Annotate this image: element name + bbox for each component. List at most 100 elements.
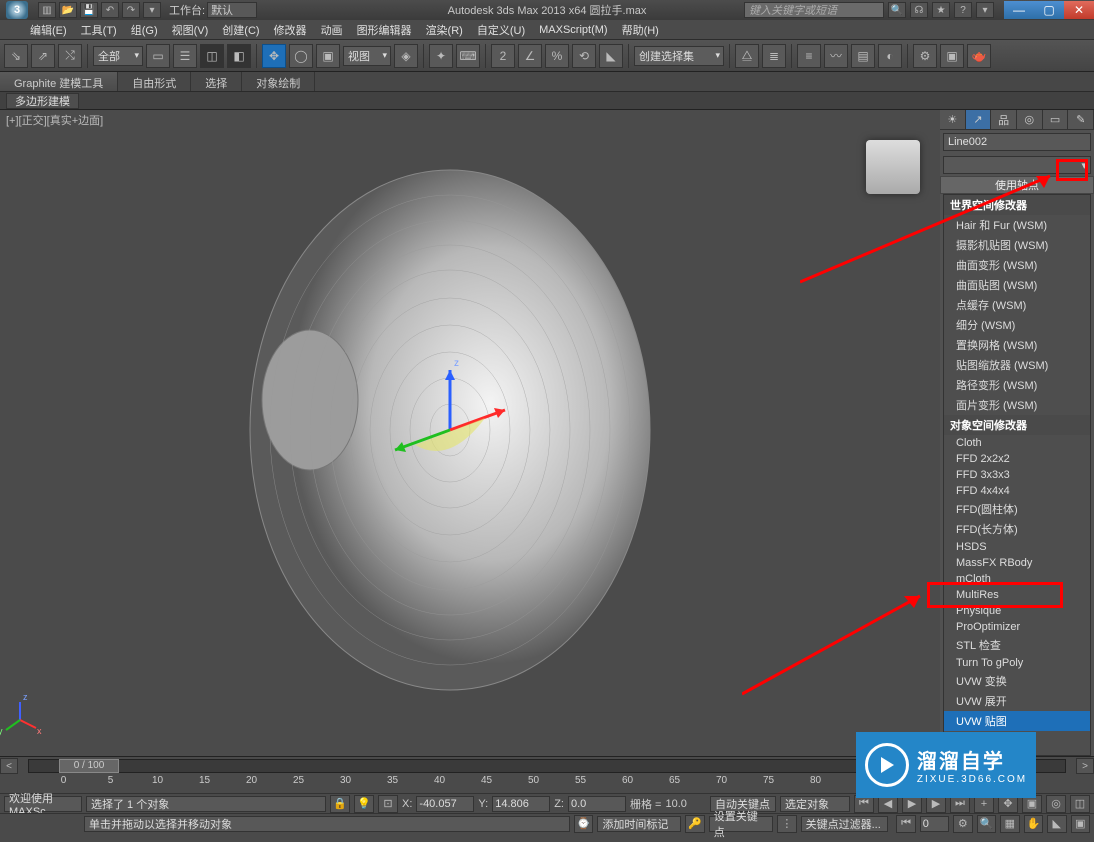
z-field[interactable]: 0.0: [568, 796, 626, 812]
modifier-item[interactable]: FFD 3x3x3: [944, 467, 1090, 483]
key-icon[interactable]: 🔑: [685, 815, 704, 833]
selection-filter[interactable]: 全部: [93, 46, 143, 66]
menu-customize[interactable]: 自定义(U): [477, 22, 525, 38]
minimize-button[interactable]: —: [1004, 1, 1034, 19]
sel-lock-icon[interactable]: ⊡: [378, 795, 398, 813]
menu-maxscript[interactable]: MAXScript(M): [539, 24, 607, 36]
orbit-icon[interactable]: ◎: [1046, 795, 1066, 813]
panel-motion-tab[interactable]: ◎: [1017, 110, 1043, 129]
comm-center-icon[interactable]: ☊: [910, 2, 928, 18]
modifier-item[interactable]: FFD(圆柱体): [944, 499, 1090, 519]
modifier-item-uvw-map[interactable]: UVW 贴图: [944, 711, 1090, 731]
menu-group[interactable]: 组(G): [131, 22, 158, 38]
panel-hierarchy-tab[interactable]: 品: [991, 110, 1017, 129]
scale-icon[interactable]: ▣: [316, 44, 340, 68]
modifier-item[interactable]: FFD(长方体): [944, 519, 1090, 539]
help-icon[interactable]: ?: [954, 2, 972, 18]
menu-grapheditors[interactable]: 图形编辑器: [357, 22, 412, 38]
script-listener[interactable]: 欢迎使用 MAXSc: [4, 796, 82, 812]
more-icon[interactable]: ▾: [143, 2, 161, 18]
select-region-icon[interactable]: ◫: [200, 44, 224, 68]
modifier-item[interactable]: 置换网格 (WSM): [944, 335, 1090, 355]
close-button[interactable]: ✕: [1064, 1, 1094, 19]
modifier-item[interactable]: UVW 变换: [944, 671, 1090, 691]
unlink-icon[interactable]: ⇗: [31, 44, 55, 68]
snap2d-icon[interactable]: 2: [491, 44, 515, 68]
favorites-icon[interactable]: ★: [932, 2, 950, 18]
new-icon[interactable]: ▥: [38, 2, 56, 18]
modifier-item[interactable]: STL 检查: [944, 635, 1090, 655]
hand-icon[interactable]: ✋: [1024, 815, 1043, 833]
manip-icon[interactable]: ✦: [429, 44, 453, 68]
material-editor-icon[interactable]: ◐: [878, 44, 902, 68]
curve-editor-icon[interactable]: 〰: [824, 44, 848, 68]
keyboard-icon[interactable]: ⌨: [456, 44, 480, 68]
open-icon[interactable]: 📂: [59, 2, 77, 18]
setkey-button[interactable]: 设置关键点: [709, 816, 773, 832]
y-field[interactable]: 14.806: [492, 796, 550, 812]
search-input[interactable]: 键入关键字或短语: [744, 2, 884, 18]
modifier-item[interactable]: ProOptimizer: [944, 619, 1090, 635]
x-field[interactable]: -40.057: [416, 796, 474, 812]
render-icon[interactable]: 🫖: [967, 44, 991, 68]
ribbon-tab-graphite[interactable]: Graphite 建模工具: [0, 72, 118, 91]
ribbon-tab-objpaint[interactable]: 对象绘制: [242, 72, 315, 91]
snap-angle-icon[interactable]: ∠: [518, 44, 542, 68]
timeslider-prev-icon[interactable]: <: [0, 758, 18, 774]
window-crossing-icon[interactable]: ◧: [227, 44, 251, 68]
snap-edge-icon[interactable]: ◣: [599, 44, 623, 68]
redo-icon[interactable]: ↷: [122, 2, 140, 18]
app-icon[interactable]: 3: [6, 1, 28, 19]
menu-view[interactable]: 视图(V): [172, 22, 209, 38]
modifier-item[interactable]: HSDS: [944, 539, 1090, 555]
schematic-icon[interactable]: ▤: [851, 44, 875, 68]
layers-icon[interactable]: ≡: [797, 44, 821, 68]
modifier-item[interactable]: 点缓存 (WSM): [944, 295, 1090, 315]
modifier-item[interactable]: Cloth: [944, 435, 1090, 451]
modifier-item[interactable]: 贴图缩放器 (WSM): [944, 355, 1090, 375]
select-icon[interactable]: ▭: [146, 44, 170, 68]
render-frame-icon[interactable]: ▣: [940, 44, 964, 68]
named-selset[interactable]: 创建选择集: [634, 46, 724, 66]
mirror-icon[interactable]: ⧋: [735, 44, 759, 68]
fov-icon[interactable]: ◣: [1047, 815, 1066, 833]
lock-icon[interactable]: 🔒: [330, 795, 350, 813]
snap-spinner-icon[interactable]: ⟲: [572, 44, 596, 68]
bind-icon[interactable]: ⤭: [58, 44, 82, 68]
timeslider-next-icon[interactable]: >: [1076, 758, 1094, 774]
modifier-item[interactable]: MassFX RBody: [944, 555, 1090, 571]
link-icon[interactable]: ⇘: [4, 44, 28, 68]
viewport-label[interactable]: [+][正交][真实+边面]: [6, 112, 103, 128]
align-icon[interactable]: ≣: [762, 44, 786, 68]
ribbon-tab-freeform[interactable]: 自由形式: [118, 72, 191, 91]
ribbon-polymodel-button[interactable]: 多边形建模: [6, 93, 79, 109]
undo-icon[interactable]: ↶: [101, 2, 119, 18]
refcoord-select[interactable]: 视图: [343, 46, 391, 66]
timeconfig-icon[interactable]: ⚙: [953, 815, 972, 833]
object-name-field[interactable]: Line002: [943, 133, 1091, 151]
panel-utilities-tab[interactable]: ✎: [1068, 110, 1094, 129]
menu-modifiers[interactable]: 修改器: [274, 22, 307, 38]
modifier-item[interactable]: 细分 (WSM): [944, 315, 1090, 335]
modifier-item[interactable]: FFD 4x4x4: [944, 483, 1090, 499]
search-icon[interactable]: 🔍: [888, 2, 906, 18]
select-name-icon[interactable]: ☰: [173, 44, 197, 68]
selobj-dropdown[interactable]: 选定对象: [780, 796, 850, 812]
menu-rendering[interactable]: 渲染(R): [426, 22, 463, 38]
menu-create[interactable]: 创建(C): [222, 22, 259, 38]
move-icon[interactable]: ✥: [262, 44, 286, 68]
frame-field[interactable]: 0: [920, 816, 949, 832]
panel-display-tab[interactable]: ▭: [1043, 110, 1069, 129]
render-setup-icon[interactable]: ⚙: [913, 44, 937, 68]
menu-animation[interactable]: 动画: [321, 22, 343, 38]
menu-edit[interactable]: 编辑(E): [30, 22, 67, 38]
time-slider-handle[interactable]: 0 / 100: [59, 759, 119, 773]
goto-start2-icon[interactable]: ⏮: [896, 815, 915, 833]
maxtoggle-icon[interactable]: ▣: [1071, 815, 1090, 833]
pivot-icon[interactable]: ◈: [394, 44, 418, 68]
modifier-item[interactable]: Turn To gPoly: [944, 655, 1090, 671]
zoom-icon[interactable]: 🔍: [977, 815, 996, 833]
menu-help[interactable]: 帮助(H): [622, 22, 659, 38]
modifier-item[interactable]: UVW 展开: [944, 691, 1090, 711]
save-icon[interactable]: 💾: [80, 2, 98, 18]
